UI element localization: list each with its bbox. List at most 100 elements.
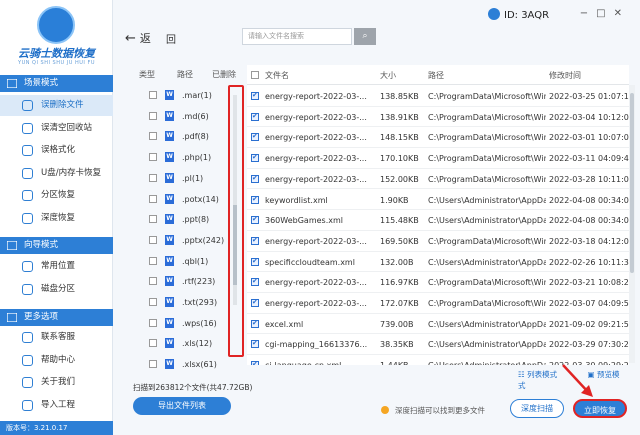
sidebar-item-label: 误删除文件 [41,100,84,110]
maximize-icon[interactable]: □ [596,8,613,19]
table-row[interactable]: energy-report-2022-03-... 138.91KB C:\Prog… [247,107,629,128]
sidebar-section-label: 向导模式 [24,240,59,250]
tree-header-path[interactable]: 路径 [177,69,193,80]
tree-item[interactable]: W .pl(1) [125,168,245,189]
tree-item[interactable]: W .rtf(223) [125,271,245,292]
search-icon[interactable]: ⌕ [354,28,376,45]
tree-header-deleted[interactable]: 已删除 [212,69,236,80]
row-checkbox[interactable] [251,174,259,183]
tree-item[interactable]: W .pptx(242) [125,230,245,251]
tree-item-checkbox[interactable] [149,277,157,286]
file-time: 2022-03-28 10:11:03 [549,174,629,184]
sidebar-item-2-1[interactable]: 帮助中心 [0,350,113,371]
table-row[interactable]: cgi-mapping_16613376... 38.35KB C:\Users\A… [247,334,629,356]
sidebar-item-1-1[interactable]: 磁盘分区 [0,279,113,300]
row-checkbox[interactable] [251,339,259,349]
file-path: C:\ProgramData\Microsoft\Wind... [428,278,546,288]
row-checkbox[interactable] [251,112,259,121]
tree-item[interactable]: W .potx(14) [125,189,245,210]
tree-item-label: .pdf(8) [182,132,209,142]
file-time: 2022-03-01 10:07:09 [549,133,629,143]
tree-item-checkbox[interactable] [149,298,157,306]
minimize-icon[interactable]: − [580,8,596,19]
user-id[interactable]: ID: 3AQR [488,8,549,21]
back-button[interactable]: ← 返 [125,30,151,46]
row-checkbox[interactable] [251,153,259,163]
sidebar-item-0-0[interactable]: 误删除文件 [0,95,113,116]
file-list-scrollbar[interactable] [629,85,635,363]
sidebar-item-0-1[interactable]: 误清空回收站 [0,118,113,139]
col-size[interactable]: 大小 [380,70,396,81]
recover-now-button[interactable]: 立即恢复 [573,399,627,418]
list-mode-button[interactable]: ☷ 列表模式 [518,370,571,379]
tree-item[interactable]: W .md(6) [125,106,245,127]
row-checkbox[interactable] [251,236,259,245]
sidebar-item-0-5[interactable]: 深度恢复 [0,208,113,229]
col-time[interactable]: 修改时间 [549,70,581,81]
disk-partition-icon [22,283,33,295]
export-file-list-button[interactable]: 导出文件列表 [133,397,231,415]
sidebar-item-2-2[interactable]: 关于我们 [0,372,113,393]
row-checkbox[interactable] [251,319,259,328]
tree-scrollbar-thumb[interactable] [233,205,237,285]
sidebar-item-0-3[interactable]: U盘/内存卡恢复 [0,163,113,184]
tree-item-checkbox[interactable] [149,215,157,224]
row-checkbox[interactable] [251,257,259,266]
tree-item[interactable]: W .php(1) [125,147,245,168]
word-file-icon: W [165,152,174,163]
deep-scan-button[interactable]: 深度扫描 [510,399,564,418]
col-path[interactable]: 路径 [428,70,444,81]
tree-item[interactable]: W .ppt(8) [125,209,245,230]
table-row[interactable]: energy-report-2022-03-... 169.50KB C:\Prog… [247,231,629,252]
sidebar-item-1-0[interactable]: 常用位置 [0,256,113,277]
tree-item-checkbox[interactable] [149,173,157,182]
col-name[interactable]: 文件名 [265,70,289,81]
table-row[interactable]: energy-report-2022-03-... 172.07KB C:\Prog… [247,293,629,314]
tree-item-checkbox[interactable] [149,318,157,327]
file-path: C:\ProgramData\Microsoft\Wind... [428,174,546,184]
sidebar-item-2-3[interactable]: 导入工程 [0,395,113,416]
select-all-checkbox[interactable] [251,71,259,79]
table-row[interactable]: energy-report-2022-03-... 116.97KB C:\Prog… [247,272,629,293]
row-checkbox[interactable] [251,195,259,204]
sidebar-item-0-4[interactable]: 分区恢复 [0,185,113,206]
row-checkbox[interactable] [251,132,259,142]
tree-item-checkbox[interactable] [149,194,157,203]
root-link[interactable]: 回 [166,31,176,46]
tree-item[interactable]: W .qbl(1) [125,251,245,272]
tree-item[interactable]: W .mar(1) [125,85,245,106]
sidebar-item-2-0[interactable]: 联系客服 [0,327,113,348]
row-checkbox[interactable] [251,277,259,287]
sidebar-item-0-2[interactable]: 误格式化 [0,140,113,161]
tree-item-checkbox[interactable] [149,339,157,348]
tree-item-checkbox[interactable] [149,111,157,120]
table-row[interactable]: energy-report-2022-03-... 152.00KB C:\Prog… [247,169,629,190]
tree-item[interactable]: W .xls(12) [125,333,245,354]
table-row[interactable]: keywordlist.xml 1.90KB C:\Users\Administra… [247,190,629,211]
file-list-scrollbar-thumb[interactable] [630,93,634,273]
tree-item[interactable]: W .wps(16) [125,313,245,334]
sidebar-section-0: 场景模式 [0,75,113,92]
tree-header-type[interactable]: 类型 [139,69,155,80]
tree-item-checkbox[interactable] [149,256,157,265]
tree-scrollbar[interactable] [233,95,237,305]
row-checkbox[interactable] [251,91,259,100]
table-row[interactable]: 360WebGames.xml 115.48KB C:\Users\Administ… [247,210,629,231]
close-icon[interactable]: ✕ [614,8,630,19]
common-location-icon [22,261,33,272]
table-row[interactable]: specificcloudteam.xml 132.00B C:\Users\Adm… [247,252,629,273]
table-row[interactable]: energy-report-2022-03-... 148.15KB C:\Prog… [247,127,629,149]
row-checkbox[interactable] [251,215,259,225]
row-checkbox[interactable] [251,298,259,307]
search-input[interactable]: 请输入文件名搜索 [242,28,352,45]
file-type-tree: 类型 路径 已删除 W .mar(1) W .md(6) W .pdf(8) W .php(1… [125,65,245,370]
tree-item-checkbox[interactable] [149,132,157,141]
tree-item-checkbox[interactable] [149,153,157,162]
table-row[interactable]: energy-report-2022-03-... 138.85KB C:\Prog… [247,86,629,107]
table-row[interactable]: energy-report-2022-03-... 170.10KB C:\Prog… [247,148,629,169]
tree-item-checkbox[interactable] [149,91,157,99]
tree-item[interactable]: W .pdf(8) [125,126,245,147]
tree-item-checkbox[interactable] [149,235,157,244]
tree-item[interactable]: W .txt(293) [125,292,245,313]
table-row[interactable]: excel.xml 739.00B C:\Users\Administrator\A… [247,314,629,335]
